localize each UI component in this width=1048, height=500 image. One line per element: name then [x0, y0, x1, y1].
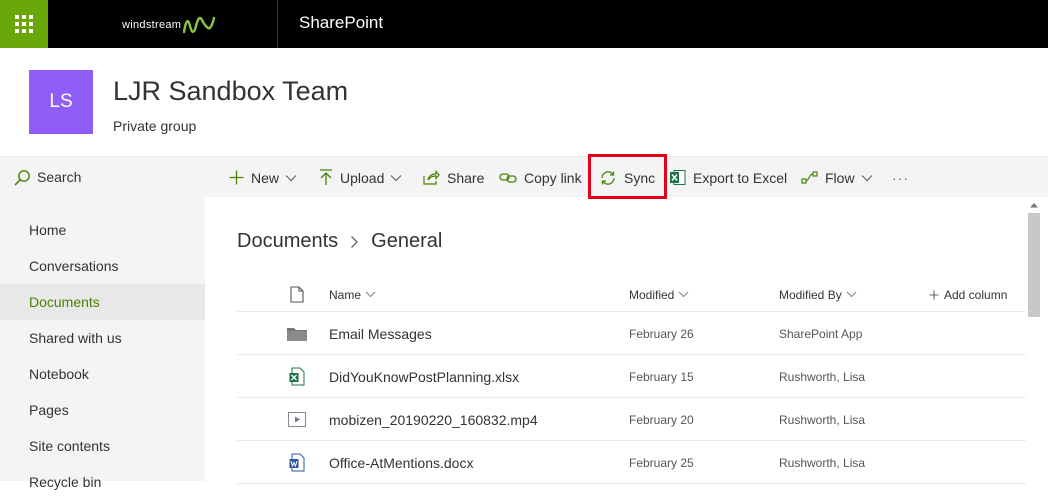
table-row[interactable]: DidYouKnowPostPlanning.xlsx February 15 …: [237, 355, 1026, 398]
sync-icon: [599, 170, 617, 186]
modified-by: Rushworth, Lisa: [779, 369, 866, 384]
nav-item-shared-with-us[interactable]: Shared with us: [0, 320, 205, 356]
modified-date: February 25: [629, 455, 694, 470]
modified-date: February 26: [629, 326, 694, 341]
export-to-excel-button[interactable]: Export to Excel: [669, 157, 787, 198]
left-navigation: Home Conversations Documents Shared with…: [0, 197, 205, 490]
waffle-icon: [15, 15, 33, 33]
nav-item-notebook[interactable]: Notebook: [0, 356, 205, 392]
breadcrumb-documents[interactable]: Documents: [237, 230, 338, 253]
modified-column-label: Modified: [629, 287, 675, 302]
name-column-label: Name: [329, 287, 362, 302]
site-title[interactable]: LJR Sandbox Team: [113, 76, 348, 107]
copy-link-label: Copy link: [524, 169, 582, 186]
document-icon: [290, 286, 304, 303]
site-logo[interactable]: LS: [29, 70, 93, 134]
nav-item-documents[interactable]: Documents: [0, 284, 205, 320]
nav-item-site-contents[interactable]: Site contents: [0, 428, 205, 464]
scrollbar-thumb[interactable]: [1028, 213, 1040, 317]
sync-button[interactable]: Sync: [599, 157, 655, 198]
file-name[interactable]: mobizen_20190220_160832.mp4: [329, 398, 538, 441]
site-privacy-label: Private group: [113, 118, 197, 134]
nav-item-conversations[interactable]: Conversations: [0, 248, 205, 284]
file-name[interactable]: Office-AtMentions.docx: [329, 441, 473, 484]
video-file-icon: [287, 398, 307, 441]
breadcrumb-general[interactable]: General: [371, 230, 442, 253]
scroll-up-arrow-icon[interactable]: [1029, 201, 1039, 209]
nav-item-recycle-bin[interactable]: Recycle bin: [0, 464, 205, 500]
chevron-right-icon: [350, 235, 359, 249]
name-column-header[interactable]: Name: [329, 277, 376, 312]
modified-by: Rushworth, Lisa: [779, 412, 866, 427]
modified-by: SharePoint App: [779, 326, 863, 341]
windstream-wave-icon: [183, 16, 216, 34]
app-name[interactable]: SharePoint: [299, 13, 383, 33]
chevron-down-icon: [861, 174, 873, 182]
add-column-label: Add column: [944, 287, 1008, 302]
share-icon: [423, 170, 440, 185]
modified-by: Rushworth, Lisa: [779, 455, 866, 470]
link-icon: [499, 172, 517, 184]
sync-label: Sync: [624, 169, 656, 186]
brand-logo[interactable]: windstream: [122, 8, 217, 40]
share-button[interactable]: Share: [423, 157, 484, 198]
export-label: Export to Excel: [693, 169, 788, 186]
chevron-down-icon: [285, 174, 297, 182]
upload-button[interactable]: Upload: [319, 157, 402, 198]
suite-bar: windstream SharePoint: [0, 0, 1048, 48]
flow-icon: [801, 171, 818, 184]
excel-file-icon: [287, 355, 307, 398]
breadcrumb: Documents General: [237, 230, 442, 253]
search-box[interactable]: Search: [0, 156, 205, 197]
suite-divider: [277, 0, 278, 48]
plus-icon: [229, 170, 244, 185]
flow-button[interactable]: Flow: [801, 157, 873, 198]
modified-by-column-header[interactable]: Modified By: [779, 277, 857, 312]
upload-arrow-icon: [319, 169, 333, 186]
brand-name: windstream: [122, 19, 182, 31]
excel-icon: [669, 169, 686, 186]
chevron-down-icon: [678, 291, 689, 298]
search-icon: [14, 169, 30, 185]
table-row[interactable]: Email Messages February 26 SharePoint Ap…: [237, 312, 1026, 355]
plus-icon: [929, 290, 939, 300]
nav-item-home[interactable]: Home: [0, 212, 205, 248]
chevron-down-icon: [846, 291, 857, 298]
modified-by-column-label: Modified By: [779, 287, 842, 302]
table-row[interactable]: mobizen_20190220_160832.mp4 February 20 …: [237, 398, 1026, 441]
search-label: Search: [37, 169, 82, 185]
modified-column-header[interactable]: Modified: [629, 277, 689, 312]
copy-link-button[interactable]: Copy link: [499, 157, 582, 198]
upload-label: Upload: [340, 169, 385, 186]
file-name[interactable]: Email Messages: [329, 312, 432, 355]
file-type-column-header[interactable]: [290, 277, 304, 312]
share-label: Share: [447, 169, 485, 186]
command-bar: New Upload Share Copy link Sync Export t…: [205, 156, 1048, 197]
file-name[interactable]: DidYouKnowPostPlanning.xlsx: [329, 355, 519, 398]
flow-label: Flow: [825, 169, 855, 186]
folder-icon: [287, 312, 307, 355]
nav-item-pages[interactable]: Pages: [0, 392, 205, 428]
more-options-button[interactable]: ···: [892, 157, 909, 198]
chevron-down-icon: [390, 174, 402, 182]
new-button[interactable]: New: [229, 157, 297, 198]
table-header: Name Modified Modified By Add column: [237, 277, 1026, 312]
app-launcher-button[interactable]: [0, 0, 48, 48]
modified-date: February 15: [629, 369, 694, 384]
word-file-icon: [287, 441, 307, 484]
table-row[interactable]: Office-AtMentions.docx February 25 Rushw…: [237, 441, 1026, 484]
chevron-down-icon: [365, 291, 376, 298]
new-label: New: [251, 169, 280, 186]
modified-date: February 20: [629, 412, 694, 427]
add-column-button[interactable]: Add column: [929, 277, 1007, 312]
